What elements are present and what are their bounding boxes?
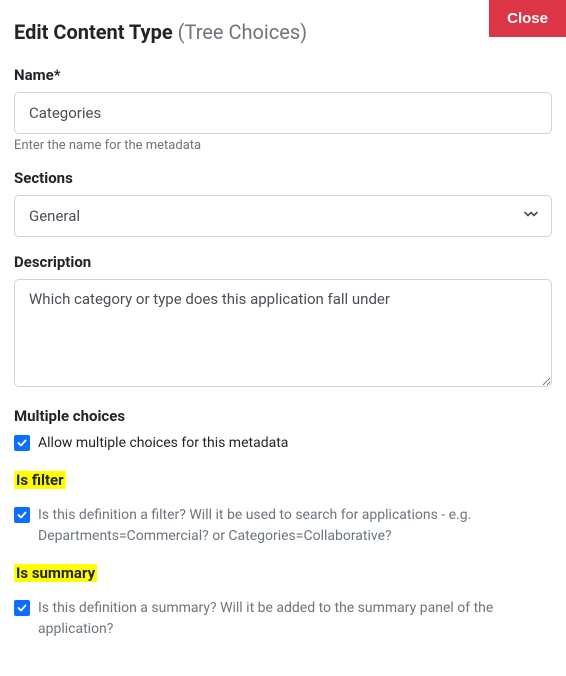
name-label: Name*	[14, 66, 552, 84]
name-help: Enter the name for the metadata	[14, 138, 552, 153]
is-filter-check-text: Is this definition a filter? Will it be …	[38, 505, 552, 547]
is-filter-group: Is filter Is this definition a filter? W…	[14, 470, 552, 547]
is-summary-checkbox[interactable]	[14, 600, 30, 616]
sections-group: Sections General	[14, 169, 552, 237]
name-group: Name* Enter the name for the metadata	[14, 66, 552, 153]
description-group: Description Which category or type does …	[14, 253, 552, 391]
is-filter-checkbox[interactable]	[14, 507, 30, 523]
check-icon	[17, 510, 27, 520]
multiple-label: Multiple choices	[14, 407, 552, 425]
multiple-check-text: Allow multiple choices for this metadata	[38, 433, 288, 454]
title-subtitle: (Tree Choices)	[178, 20, 307, 44]
is-filter-label: Is filter	[14, 471, 66, 489]
dialog-header: Edit Content Type (Tree Choices) Close	[14, 14, 552, 44]
title-main: Edit Content Type	[14, 20, 173, 44]
is-summary-group: Is summary Is this definition a summary?…	[14, 563, 552, 640]
check-icon	[17, 603, 27, 613]
sections-select[interactable]: General	[14, 195, 552, 237]
multiple-checkbox[interactable]	[14, 435, 30, 451]
close-button[interactable]: Close	[489, 0, 566, 37]
sections-label: Sections	[14, 169, 552, 187]
is-summary-check-text: Is this definition a summary? Will it be…	[38, 598, 552, 640]
multiple-group: Multiple choices Allow multiple choices …	[14, 407, 552, 454]
description-textarea[interactable]: Which category or type does this applica…	[14, 279, 552, 387]
check-icon	[17, 438, 27, 448]
page-title: Edit Content Type (Tree Choices)	[14, 14, 552, 44]
is-summary-label: Is summary	[14, 564, 97, 582]
name-input[interactable]	[14, 92, 552, 134]
description-label: Description	[14, 253, 552, 271]
